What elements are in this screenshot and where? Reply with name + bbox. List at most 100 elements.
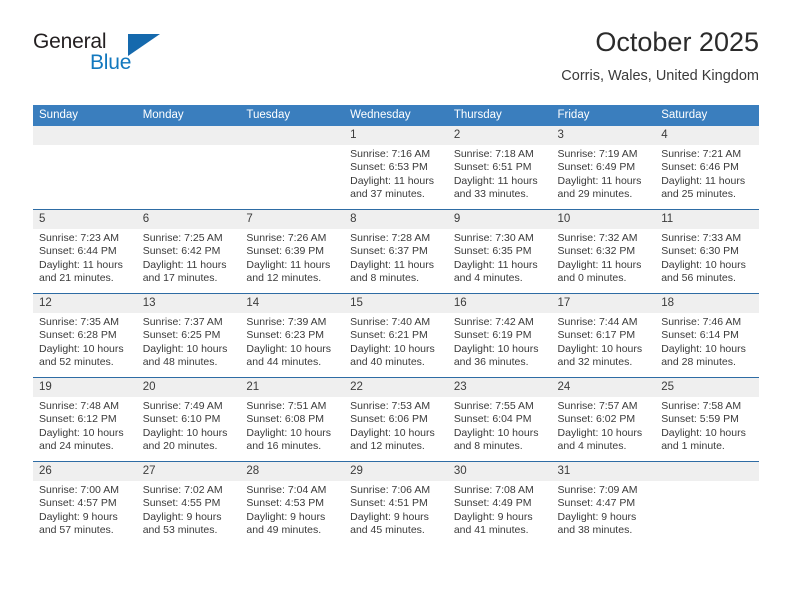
day-number: 18: [655, 294, 759, 313]
sunset-text: Sunset: 5:59 PM: [661, 413, 739, 426]
sunset-text: Sunset: 6:04 PM: [453, 413, 532, 426]
daylight-text-line1: Daylight: 11 hours: [350, 258, 434, 271]
page-header: General Blue October 2025 Corris, Wales,…: [33, 26, 759, 98]
sunset-text: Sunset: 6:30 PM: [661, 245, 739, 258]
daylight-text-line1: Daylight: 11 hours: [453, 258, 538, 271]
calendar-day-cell[interactable]: 15 Sunrise: 7:40 AM Sunset: 6:21 PM Dayligh…: [344, 293, 448, 378]
daylight-text-line1: Daylight: 11 hours: [39, 258, 123, 271]
sunrise-text: Sunrise: 7:09 AM: [557, 484, 638, 496]
day-sun-info: Sunrise: 7:53 AM Sunset: 6:06 PM Daylight:…: [344, 397, 448, 454]
calendar-day-cell[interactable]: 4 Sunrise: 7:21 AM Sunset: 6:46 PM Daylight…: [655, 126, 759, 210]
day-number: 24: [551, 378, 656, 397]
day-sun-info: Sunrise: 7:48 AM Sunset: 6:12 PM Daylight:…: [33, 397, 137, 454]
day-number: 29: [344, 462, 448, 481]
calendar-day-cell[interactable]: 8 Sunrise: 7:28 AM Sunset: 6:37 PM Daylight…: [344, 209, 448, 294]
triangle-logo-icon: [128, 34, 160, 56]
calendar-day-cell[interactable]: 31 Sunrise: 7:09 AM Sunset: 4:47 PM Dayligh…: [551, 461, 656, 545]
calendar-day-cell[interactable]: 23 Sunrise: 7:55 AM Sunset: 6:04 PM Dayligh…: [447, 377, 552, 462]
daylight-text-line1: Daylight: 10 hours: [142, 342, 228, 355]
sunset-text: Sunset: 6:35 PM: [453, 245, 532, 258]
calendar-day-cell[interactable]: 30 Sunrise: 7:08 AM Sunset: 4:49 PM Dayligh…: [447, 461, 552, 545]
daylight-text-line2: and 32 minutes.: [557, 356, 633, 369]
calendar-day-cell[interactable]: 20 Sunrise: 7:49 AM Sunset: 6:10 PM Dayligh…: [136, 377, 241, 462]
day-number: 3: [551, 126, 656, 145]
calendar-day-cell[interactable]: 16 Sunrise: 7:42 AM Sunset: 6:19 PM Dayligh…: [447, 293, 552, 378]
day-number: 21: [240, 378, 345, 397]
calendar-page: General Blue October 2025 Corris, Wales,…: [0, 0, 792, 612]
calendar-day-cell-empty: [136, 126, 241, 210]
calendar-day-cell[interactable]: 10 Sunrise: 7:32 AM Sunset: 6:32 PM Dayligh…: [551, 209, 656, 294]
day-number: 27: [136, 462, 241, 481]
calendar-day-cell-empty: [33, 126, 137, 210]
day-number: 20: [136, 378, 241, 397]
calendar-day-cell[interactable]: 7 Sunrise: 7:26 AM Sunset: 6:39 PM Daylight…: [240, 209, 345, 294]
daylight-text-line1: Daylight: 11 hours: [557, 258, 642, 271]
daylight-text-line1: Daylight: 10 hours: [661, 342, 746, 355]
sunset-text: Sunset: 6:12 PM: [39, 413, 117, 426]
day-sun-info: Sunrise: 7:46 AM Sunset: 6:14 PM Daylight:…: [655, 313, 759, 370]
daylight-text-line1: Daylight: 11 hours: [557, 174, 642, 187]
sunrise-text: Sunrise: 7:57 AM: [557, 400, 638, 412]
calendar-day-cell[interactable]: 25 Sunrise: 7:58 AM Sunset: 5:59 PM Dayligh…: [655, 377, 759, 462]
sunrise-text: Sunrise: 7:16 AM: [350, 148, 431, 160]
daylight-text-line2: and 52 minutes.: [39, 356, 114, 369]
calendar-day-cell[interactable]: 26 Sunrise: 7:00 AM Sunset: 4:57 PM Dayligh…: [33, 461, 137, 545]
calendar-day-cell[interactable]: 29 Sunrise: 7:06 AM Sunset: 4:51 PM Dayligh…: [344, 461, 448, 545]
day-number: 6: [136, 210, 241, 229]
day-sun-info: Sunrise: 7:19 AM Sunset: 6:49 PM Daylight:…: [552, 145, 656, 202]
sunset-text: Sunset: 6:44 PM: [39, 245, 117, 258]
calendar-day-cell[interactable]: 17 Sunrise: 7:44 AM Sunset: 6:17 PM Dayligh…: [551, 293, 656, 378]
calendar-day-cell[interactable]: 18 Sunrise: 7:46 AM Sunset: 6:14 PM Dayligh…: [655, 293, 759, 378]
calendar-day-cell[interactable]: 3 Sunrise: 7:19 AM Sunset: 6:49 PM Daylight…: [551, 126, 656, 210]
sunset-text: Sunset: 4:55 PM: [142, 497, 221, 510]
calendar-day-cell[interactable]: 27 Sunrise: 7:02 AM Sunset: 4:55 PM Dayligh…: [136, 461, 241, 545]
calendar-day-cell[interactable]: 21 Sunrise: 7:51 AM Sunset: 6:08 PM Dayligh…: [240, 377, 345, 462]
calendar-day-cell[interactable]: 5 Sunrise: 7:23 AM Sunset: 6:44 PM Daylight…: [33, 209, 137, 294]
calendar-week-row: 1 Sunrise: 7:16 AM Sunset: 6:53 PM Daylight…: [33, 126, 759, 210]
daylight-text-line2: and 48 minutes.: [142, 356, 218, 369]
day-sun-info: Sunrise: 7:16 AM Sunset: 6:53 PM Daylight:…: [344, 145, 448, 202]
sunrise-text: Sunrise: 7:02 AM: [142, 484, 223, 496]
sunset-text: Sunset: 4:51 PM: [350, 497, 428, 510]
sunrise-text: Sunrise: 7:23 AM: [39, 232, 119, 244]
daylight-text-line2: and 49 minutes.: [246, 524, 322, 537]
calendar-day-cell[interactable]: 1 Sunrise: 7:16 AM Sunset: 6:53 PM Daylight…: [344, 126, 448, 210]
calendar-day-cell[interactable]: 22 Sunrise: 7:53 AM Sunset: 6:06 PM Dayligh…: [344, 377, 448, 462]
day-number: 9: [447, 210, 552, 229]
calendar-day-cell[interactable]: 12 Sunrise: 7:35 AM Sunset: 6:28 PM Dayligh…: [33, 293, 137, 378]
day-sun-info: Sunrise: 7:30 AM Sunset: 6:35 PM Daylight:…: [448, 229, 552, 286]
calendar-day-cell-empty: [240, 126, 345, 210]
day-sun-info: Sunrise: 7:00 AM Sunset: 4:57 PM Daylight:…: [33, 481, 137, 538]
calendar-day-cell[interactable]: 9 Sunrise: 7:30 AM Sunset: 6:35 PM Daylight…: [447, 209, 552, 294]
daylight-text-line2: and 12 minutes.: [246, 272, 322, 285]
day-number: [136, 126, 241, 145]
daylight-text-line1: Daylight: 9 hours: [246, 510, 326, 523]
brand-logo[interactable]: General Blue: [33, 30, 163, 86]
calendar-day-cell[interactable]: 19 Sunrise: 7:48 AM Sunset: 6:12 PM Dayligh…: [33, 377, 137, 462]
daylight-text-line2: and 36 minutes.: [453, 356, 529, 369]
day-number: 7: [240, 210, 345, 229]
daylight-text-line2: and 12 minutes.: [350, 440, 425, 453]
calendar-body: 1 Sunrise: 7:16 AM Sunset: 6:53 PM Daylight…: [33, 126, 759, 545]
daylight-text-line1: Daylight: 10 hours: [453, 426, 539, 439]
calendar-day-cell[interactable]: 28 Sunrise: 7:04 AM Sunset: 4:53 PM Dayligh…: [240, 461, 345, 545]
daylight-text-line1: Daylight: 10 hours: [246, 342, 332, 355]
day-sun-info: Sunrise: 7:37 AM Sunset: 6:25 PM Daylight:…: [137, 313, 241, 370]
daylight-text-line2: and 8 minutes.: [350, 272, 419, 285]
calendar-day-cell[interactable]: 11 Sunrise: 7:33 AM Sunset: 6:30 PM Dayligh…: [655, 209, 759, 294]
daylight-text-line2: and 40 minutes.: [350, 356, 425, 369]
sunset-text: Sunset: 6:42 PM: [142, 245, 221, 258]
day-number: [655, 462, 759, 481]
calendar-day-cell[interactable]: 2 Sunrise: 7:18 AM Sunset: 6:51 PM Daylight…: [447, 126, 552, 210]
sunset-text: Sunset: 6:21 PM: [350, 329, 428, 342]
calendar-day-cell[interactable]: 14 Sunrise: 7:39 AM Sunset: 6:23 PM Dayligh…: [240, 293, 345, 378]
calendar-week-row: 19 Sunrise: 7:48 AM Sunset: 6:12 PM Dayligh…: [33, 377, 759, 462]
calendar-day-cell[interactable]: 13 Sunrise: 7:37 AM Sunset: 6:25 PM Dayligh…: [136, 293, 241, 378]
calendar-day-cell[interactable]: 6 Sunrise: 7:25 AM Sunset: 6:42 PM Daylight…: [136, 209, 241, 294]
day-sun-info: Sunrise: 7:58 AM Sunset: 5:59 PM Daylight:…: [655, 397, 759, 454]
calendar-day-cell[interactable]: 24 Sunrise: 7:57 AM Sunset: 6:02 PM Dayligh…: [551, 377, 656, 462]
weekday-header-wednesday: Wednesday: [344, 105, 448, 126]
day-sun-info: Sunrise: 7:18 AM Sunset: 6:51 PM Daylight:…: [448, 145, 552, 202]
daylight-text-line1: Daylight: 10 hours: [39, 342, 124, 355]
weekday-header-saturday: Saturday: [655, 105, 759, 126]
